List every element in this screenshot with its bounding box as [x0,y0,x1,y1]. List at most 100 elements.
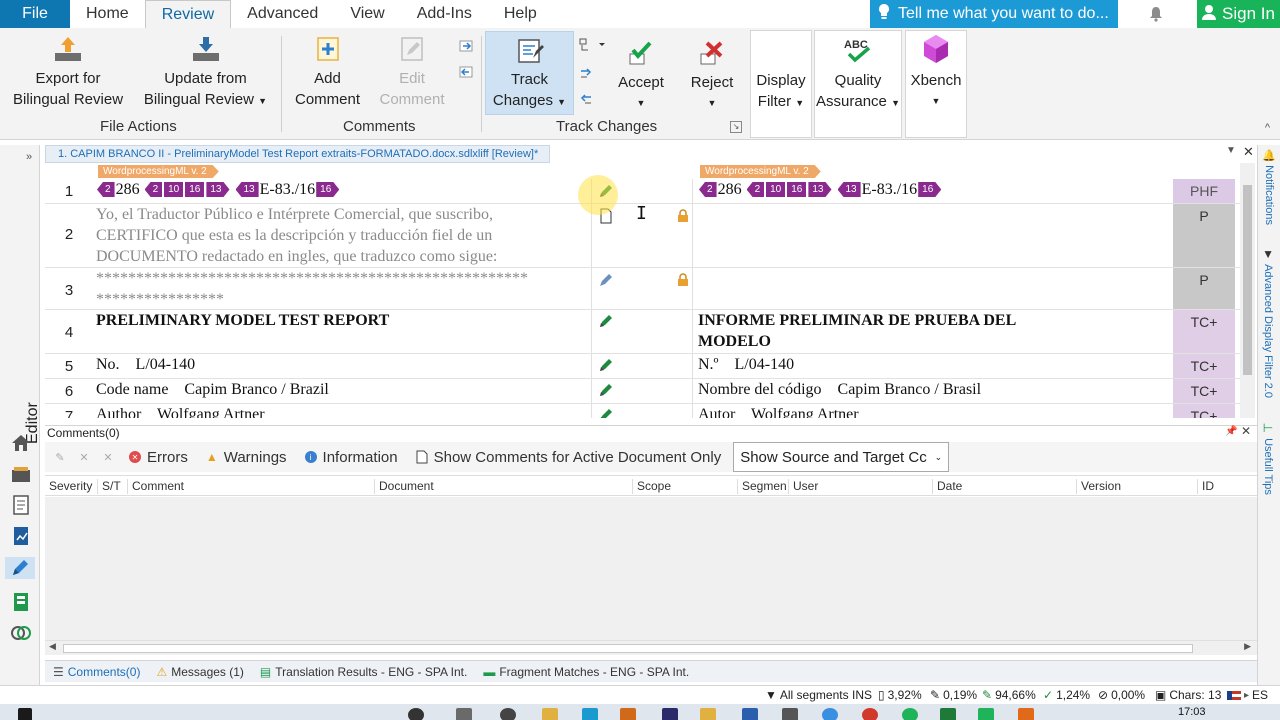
tab-comments[interactable]: ☰ Comments(0) [49,665,144,679]
taskbar-app-icon[interactable] [1018,708,1034,720]
source-cell[interactable]: ****************************************… [96,268,591,310]
source-cell[interactable]: 2 286 2 10 16 13 13 E-83./16 16 [96,179,591,200]
add-comment-button[interactable]: Add Comment [290,34,365,110]
insert-mode-status[interactable]: INS [852,688,872,702]
source-cell[interactable]: Yo, el Traductor Público e Intérprete Co… [96,204,591,267]
edit-icon[interactable]: ✎ [51,448,69,466]
taskbar-app-icon[interactable] [822,708,838,720]
taskbar-app-icon[interactable] [902,708,918,720]
taskbar-app-icon[interactable] [582,708,598,720]
tab-add-ins[interactable]: Add-Ins [401,0,488,28]
column-header[interactable]: Severity [45,479,92,494]
previous-comment-icon[interactable] [458,64,474,80]
target-cell[interactable]: N.º L/04-140 [698,354,1173,375]
segment-filter-status[interactable]: ▼ All segments [765,688,849,702]
track-changes-button[interactable]: Track Changes ▼ [485,31,574,115]
files-icon[interactable] [10,494,32,516]
notifications-panel-tab[interactable]: 🔔 Notifications [1262,149,1276,225]
target-cell[interactable]: Nombre del código Capim Branco / Brasil [698,379,1173,400]
taskbar-app-icon[interactable] [940,708,956,720]
segment-row[interactable]: 7 Author Wolfgang Artner Autor Wolfgang … [45,404,1240,418]
bell-icon[interactable] [1146,4,1166,24]
scroll-left-icon[interactable]: ◀ [49,641,56,652]
edit-comment-button[interactable]: Edit Comment [374,34,450,110]
close-comments-icon[interactable]: ✕ [1241,424,1251,438]
taskbar-app-icon[interactable] [500,708,516,720]
track-changes-dialog-launcher[interactable]: ↘ [730,121,742,133]
taskbar-app-icon[interactable] [620,708,636,720]
taskbar-app-icon[interactable] [456,708,472,720]
display-filter-button[interactable]: Display Filter ▼ [751,70,811,114]
advanced-display-filter-tab[interactable]: ▼ Advanced Display Filter 2.0 [1262,247,1274,398]
taskbar-app-icon[interactable] [662,708,678,720]
comments-horizontal-scrollbar[interactable]: ◀ ▶ [45,640,1257,655]
column-header[interactable]: Scope [632,479,671,494]
tab-help[interactable]: Help [488,0,553,28]
next-comment-icon[interactable] [458,38,474,54]
segment-row[interactable]: 1 2 286 2 10 16 13 13 E-83./16 16 2 286 2 10 16 13… [45,179,1240,204]
errors-filter-button[interactable]: ✕ Errors [123,449,194,466]
sign-in-button[interactable]: Sign In [1197,0,1280,28]
segment-row[interactable]: 5 No. L/04-140 N.º L/04-140 TC+ [45,354,1240,379]
taskbar-clock[interactable]: 17:03 [1178,706,1206,718]
taskbar-app-icon[interactable] [862,708,878,720]
editor-scrollbar-thumb[interactable] [1243,185,1252,375]
segment-row[interactable]: 3 **************************************… [45,268,1240,310]
taskbar-app-icon[interactable] [700,708,716,720]
comments-scrollbar-thumb[interactable] [63,644,1193,653]
information-filter-button[interactable]: i Information [299,449,404,466]
taskbar-app-icon[interactable] [542,708,558,720]
display-markup-icon[interactable] [578,37,606,53]
column-header[interactable]: S/T [97,479,121,494]
segment-row[interactable]: 6 Code name Capim Branco / Brazil Nombre… [45,379,1240,404]
column-header[interactable]: User [788,479,818,494]
target-cell[interactable]: INFORME PRELIMINAR DE PRUEBA DEL MODELO [698,310,1173,352]
reject-dropdown-caret[interactable]: ▼ [708,93,717,114]
source-cell[interactable]: Code name Capim Branco / Brazil [96,379,591,400]
reject-button[interactable]: Reject ▼ [683,38,741,114]
source-cell[interactable]: PRELIMINARY MODEL TEST REPORT [96,310,591,331]
tab-advanced[interactable]: Advanced [231,0,334,28]
taskbar-app-icon[interactable] [978,708,994,720]
quality-assurance-button[interactable]: ABC Quality Assurance ▼ [815,36,901,114]
accept-button[interactable]: Accept ▼ [612,38,670,114]
close-document-icon[interactable]: ✕ [1243,144,1254,160]
windows-start-icon[interactable] [18,708,32,720]
usefull-tips-tab[interactable]: ⊢ Usefull Tips [1262,421,1274,495]
xbench-dropdown-caret[interactable]: ▼ [932,91,941,112]
translation-memories-icon[interactable] [10,591,32,613]
source-target-select[interactable]: Show Source and Target Cc ⌄ [733,442,950,472]
column-header[interactable]: ID [1197,479,1214,494]
accept-dropdown-caret[interactable]: ▼ [637,93,646,114]
delete-all-icon[interactable]: ✕ [99,448,117,466]
tab-home[interactable]: Home [70,0,145,28]
menu-file[interactable]: File [0,0,70,28]
update-bilingual-button[interactable]: Update from Bilingual Review ▼ [138,34,273,112]
editor-scrollbar[interactable] [1240,163,1255,418]
editor-nav-icon[interactable] [5,557,35,579]
collapse-ribbon-icon[interactable]: ^ [1265,122,1270,134]
reports-icon[interactable] [10,525,32,547]
tab-translation-results[interactable]: ▤ Translation Results - ENG - SPA Int. [256,665,471,679]
expand-navigation-icon[interactable]: » [26,151,32,163]
export-bilingual-button[interactable]: Export for Bilingual Review [8,34,128,110]
tab-fragment-matches[interactable]: ▬ Fragment Matches - ENG - SPA Int. [479,665,693,679]
target-cell[interactable]: 2 286 2 10 16 13 13 E-83./16 16 [698,179,1173,200]
document-list-dropdown[interactable]: ▼ [1226,145,1236,156]
tab-messages[interactable]: ⚠ Messages (1) [152,665,247,679]
projects-icon[interactable] [10,463,32,485]
scroll-right-icon[interactable]: ▶ [1244,641,1251,652]
document-tab[interactable]: 1. CAPIM BRANCO II - PreliminaryModel Te… [45,145,550,163]
column-header[interactable]: Version [1076,479,1121,494]
tell-me-search[interactable]: Tell me what you want to do... [870,0,1118,28]
previous-change-icon[interactable] [578,92,594,108]
home-icon[interactable] [10,432,32,454]
taskbar-app-icon[interactable] [782,708,798,720]
column-header[interactable]: Comment [127,479,184,494]
pin-icon[interactable]: 📌 [1225,426,1237,437]
tab-view[interactable]: View [334,0,400,28]
target-cell[interactable]: Autor Wolfgang Artner [698,404,1173,418]
language-indicator[interactable]: ▸ ES [1227,688,1268,702]
segment-row[interactable]: 4 PRELIMINARY MODEL TEST REPORT INFORME … [45,310,1240,354]
taskbar-app-icon[interactable] [408,708,424,720]
